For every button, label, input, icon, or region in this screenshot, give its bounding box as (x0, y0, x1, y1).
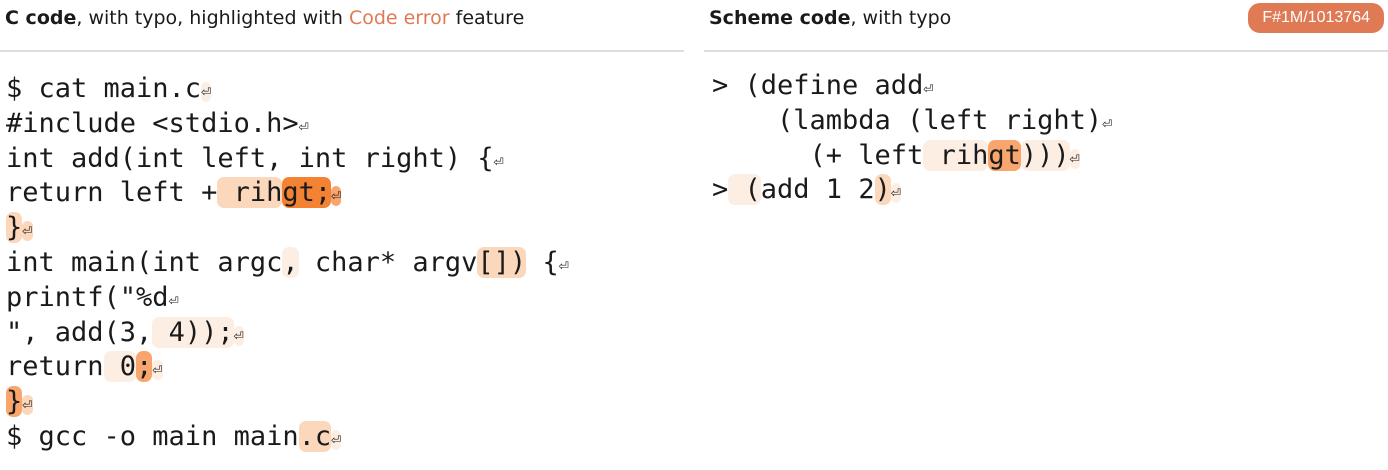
return-symbol: ⏎ (1102, 113, 1113, 134)
return-symbol: ⏎ (233, 325, 244, 346)
error-highlight: rih (923, 139, 989, 171)
code-token: > (712, 174, 729, 206)
return-symbol: ⏎ (923, 79, 934, 99)
error-highlight: gt (988, 139, 1021, 171)
code-token: return left + (6, 177, 218, 209)
c-code-block: $ cat main.c⏎ #include <stdio.h>⏎ int add(… (6, 72, 569, 455)
scheme-code-title-bold: Scheme code (709, 7, 851, 29)
code-token: #include <stdio.h> (6, 107, 299, 139)
code-token: printf("%d (6, 281, 169, 313)
error-highlight: ))) (1020, 139, 1070, 171)
code-line: $ gcc -o main main.c⏎ (6, 420, 569, 455)
code-line: }⏎ (6, 385, 569, 420)
code-line: return 0;⏎ (6, 350, 569, 385)
error-highlight: , (282, 246, 299, 278)
c-code-title-bold: C code (5, 7, 77, 29)
error-highlight: gt; (282, 177, 332, 209)
scheme-code-header: Scheme code, with typo F#1M/1013764 (704, 0, 1388, 52)
error-highlight: } (6, 386, 23, 418)
code-token: $ cat main.c (6, 73, 202, 104)
error-highlight: ) (874, 174, 891, 206)
code-token: > (define add (712, 70, 924, 101)
return-symbol: ⏎ (493, 151, 504, 172)
return-symbol: ⏎ (298, 116, 309, 137)
error-highlight: 4)); (152, 316, 234, 348)
code-error-label: Code error (348, 7, 450, 29)
error-highlight: ; (136, 351, 153, 383)
error-highlight: .c (298, 420, 332, 452)
error-highlight: rih (217, 177, 283, 209)
code-line: $ cat main.c⏎ (6, 72, 569, 107)
code-line: }⏎ (6, 211, 569, 246)
error-highlight: } (6, 212, 23, 244)
code-line: > (add 1 2)⏎ (712, 173, 1112, 208)
code-token: (+ left (712, 139, 924, 171)
return-symbol: ⏎ (331, 429, 342, 450)
error-highlight: 0 (103, 351, 137, 383)
return-symbol: ⏎ (558, 255, 569, 276)
return-symbol: ⏎ (890, 183, 902, 204)
c-code-title-suffix: feature (449, 7, 525, 29)
c-code-header: C code, with typo, highlighted with Code… (0, 0, 684, 52)
code-token: int main(int argc (6, 246, 283, 278)
return-symbol: ⏎ (201, 82, 212, 102)
code-token: int add(int left, int right) { (6, 142, 494, 174)
error-highlight: ( (728, 174, 761, 206)
code-token: { (526, 246, 559, 278)
code-line: return left + rihgt;⏎ (6, 176, 569, 211)
id-badge: F#1M/1013764 (1248, 3, 1384, 33)
code-token: ", add(3, (6, 316, 153, 348)
code-line: #include <stdio.h>⏎ (6, 107, 569, 142)
c-code-panel: C code, with typo, highlighted with Code… (0, 0, 684, 470)
code-line: printf("%d⏎ (6, 281, 569, 316)
scheme-code-title: Scheme code, with typo (709, 0, 951, 36)
return-symbol: ⏎ (22, 221, 33, 242)
return-symbol: ⏎ (168, 290, 179, 311)
code-token: add 1 2 (760, 174, 875, 206)
error-highlight: []) (477, 246, 527, 278)
code-line: ", add(3, 4));⏎ (6, 316, 569, 351)
return-symbol: ⏎ (22, 395, 33, 416)
code-token: char* argv (298, 246, 478, 278)
code-line: (+ left rihgt)))⏎ (712, 139, 1112, 174)
return-symbol: ⏎ (1069, 148, 1080, 169)
return-symbol: ⏎ (331, 186, 342, 207)
c-code-title-text: , with typo, highlighted with (76, 7, 349, 29)
code-token: $ gcc -o main main (6, 420, 299, 452)
code-line: int add(int left, int right) {⏎ (6, 142, 569, 177)
code-token: return (6, 351, 104, 383)
c-code-title: C code, with typo, highlighted with Code… (5, 0, 524, 36)
scheme-code-block: > (define add⏎ (lambda (left right)⏎ (+ … (712, 69, 1112, 208)
scheme-code-title-text: , with typo (850, 7, 952, 29)
code-line: > (define add⏎ (712, 69, 1112, 104)
code-line: (lambda (left right)⏎ (712, 104, 1112, 139)
return-symbol: ⏎ (152, 360, 163, 381)
code-token: (lambda (left right) (712, 104, 1103, 136)
code-line: int main(int argc, char* argv[]) {⏎ (6, 246, 569, 281)
scheme-code-panel: Scheme code, with typo F#1M/1013764 > (d… (704, 0, 1388, 470)
